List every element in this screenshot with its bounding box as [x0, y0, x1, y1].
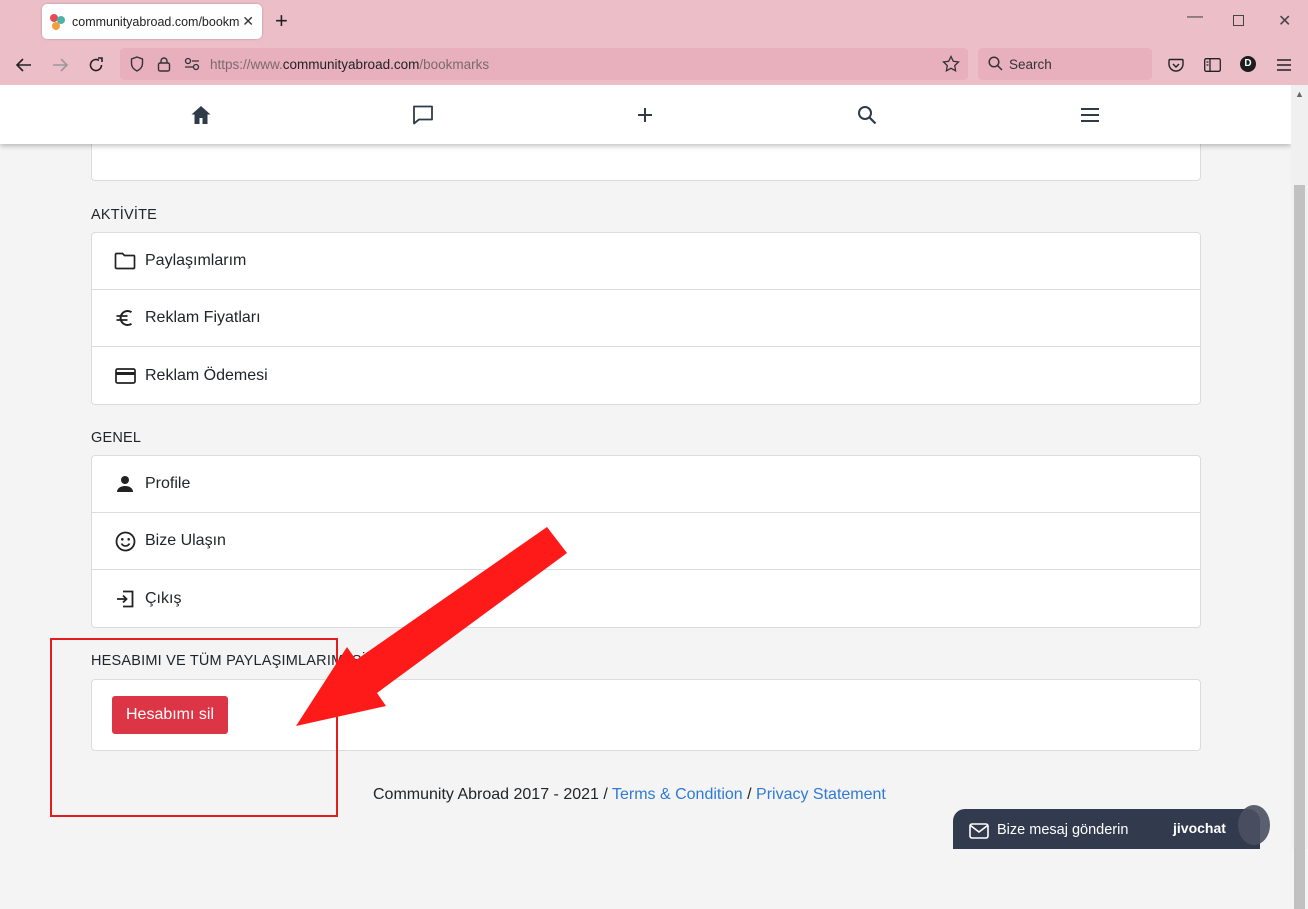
menu-item-label: Reklam Fiyatları — [145, 309, 261, 326]
person-icon — [114, 473, 136, 495]
menu-item-label: Reklam Ödemesi — [145, 366, 268, 384]
new-tab-icon[interactable]: + — [275, 10, 288, 32]
forward-icon[interactable] — [50, 55, 70, 75]
url-host: https://www. — [210, 57, 283, 72]
menu-item-label: Paylaşımlarım — [145, 252, 247, 269]
window-close-icon[interactable]: ✕ — [1278, 11, 1291, 31]
sidebar-icon[interactable] — [1202, 55, 1222, 75]
menu-icon[interactable] — [1078, 104, 1102, 126]
chat-agent-avatar — [1238, 805, 1270, 845]
browser-tab-bar: communityabroad.com/bookmarks ✕ + — ✕ — [0, 0, 1308, 44]
app-bottom-nav — [0, 85, 1291, 144]
menu-item-ad-payment[interactable]: Reklam Ödemesi — [92, 347, 1200, 404]
address-bar[interactable]: https://www.communityabroad.com/bookmark… — [120, 48, 968, 80]
page-viewport: AKTİVİTE Paylaşımlarım Reklam Fiyatları … — [0, 85, 1291, 849]
reload-icon[interactable] — [86, 55, 106, 75]
terms-link[interactable]: Terms & Condition — [612, 786, 743, 803]
minimize-icon[interactable]: — — [1187, 8, 1203, 26]
browser-navigation-bar: https://www.communityabroad.com/bookmark… — [0, 44, 1308, 85]
activity-section-title: AKTİVİTE — [91, 207, 158, 223]
bookmark-star-icon[interactable] — [942, 54, 960, 78]
menu-item-label: Profile — [145, 475, 191, 492]
general-card: Profile Bize Ulaşın Çıkış — [91, 455, 1201, 628]
scrollbar-thumb[interactable] — [1294, 185, 1305, 909]
browser-search-box[interactable]: Search — [978, 48, 1152, 80]
search-icon[interactable] — [855, 104, 879, 126]
page-scrollbar[interactable]: ▲ — [1291, 85, 1308, 909]
home-icon[interactable] — [189, 104, 213, 126]
logout-icon — [114, 588, 136, 610]
general-section-title: GENEL — [91, 430, 142, 446]
scroll-up-icon[interactable]: ▲ — [1295, 89, 1304, 99]
folder-icon — [114, 250, 136, 272]
search-icon — [988, 56, 1003, 76]
footer-separator: / — [742, 786, 757, 803]
envelope-icon — [969, 823, 989, 844]
footer: Community Abroad 2017 - 2021 / Terms & C… — [373, 786, 886, 804]
browser-search-placeholder: Search — [1009, 57, 1052, 72]
add-post-icon[interactable] — [633, 104, 657, 126]
privacy-link[interactable]: Privacy Statement — [756, 786, 886, 803]
profile-avatar[interactable]: D — [1240, 56, 1256, 72]
smiley-icon — [114, 530, 136, 552]
tab-title: communityabroad.com/bookmarks — [72, 14, 240, 29]
browser-menu-icon[interactable] — [1274, 55, 1294, 75]
messages-icon[interactable] — [411, 104, 435, 126]
url-text[interactable]: https://www.communityabroad.com/bookmark… — [210, 57, 489, 72]
menu-item-ad-prices[interactable]: Reklam Fiyatları — [92, 290, 1200, 347]
browser-tab[interactable]: communityabroad.com/bookmarks ✕ — [42, 4, 262, 39]
site-favicon-icon — [50, 13, 66, 30]
euro-icon — [114, 307, 136, 329]
footer-copyright: Community Abroad 2017 - 2021 / — [373, 786, 612, 803]
menu-item-label: Çıkış — [145, 589, 182, 607]
permissions-icon[interactable] — [184, 57, 200, 76]
url-domain: communityabroad.com — [282, 57, 420, 72]
tab-close-icon[interactable]: ✕ — [242, 13, 254, 30]
menu-item-label: Bize Ulaşın — [145, 532, 226, 549]
menu-item-my-posts[interactable]: Paylaşımlarım — [92, 233, 1200, 290]
credit-card-icon — [114, 365, 136, 387]
menu-item-contact-us[interactable]: Bize Ulaşın — [92, 513, 1200, 570]
pocket-icon[interactable] — [1166, 55, 1186, 75]
chat-widget[interactable]: Bize mesaj gönderin jivochat — [953, 805, 1270, 849]
lock-icon[interactable] — [157, 56, 171, 77]
tracking-shield-icon[interactable] — [130, 56, 144, 77]
maximize-icon[interactable] — [1233, 13, 1244, 31]
activity-card: Paylaşımlarım Reklam Fiyatları Reklam Öd… — [91, 232, 1201, 405]
menu-item-logout[interactable]: Çıkış — [92, 570, 1200, 627]
back-icon[interactable] — [14, 55, 34, 75]
annotation-highlight-box — [50, 638, 338, 817]
url-path: /bookmarks — [419, 57, 490, 72]
menu-item-profile[interactable]: Profile — [92, 456, 1200, 513]
chat-brand-logo: jivochat — [1173, 820, 1226, 836]
chat-widget-label: Bize mesaj gönderin — [997, 822, 1129, 838]
